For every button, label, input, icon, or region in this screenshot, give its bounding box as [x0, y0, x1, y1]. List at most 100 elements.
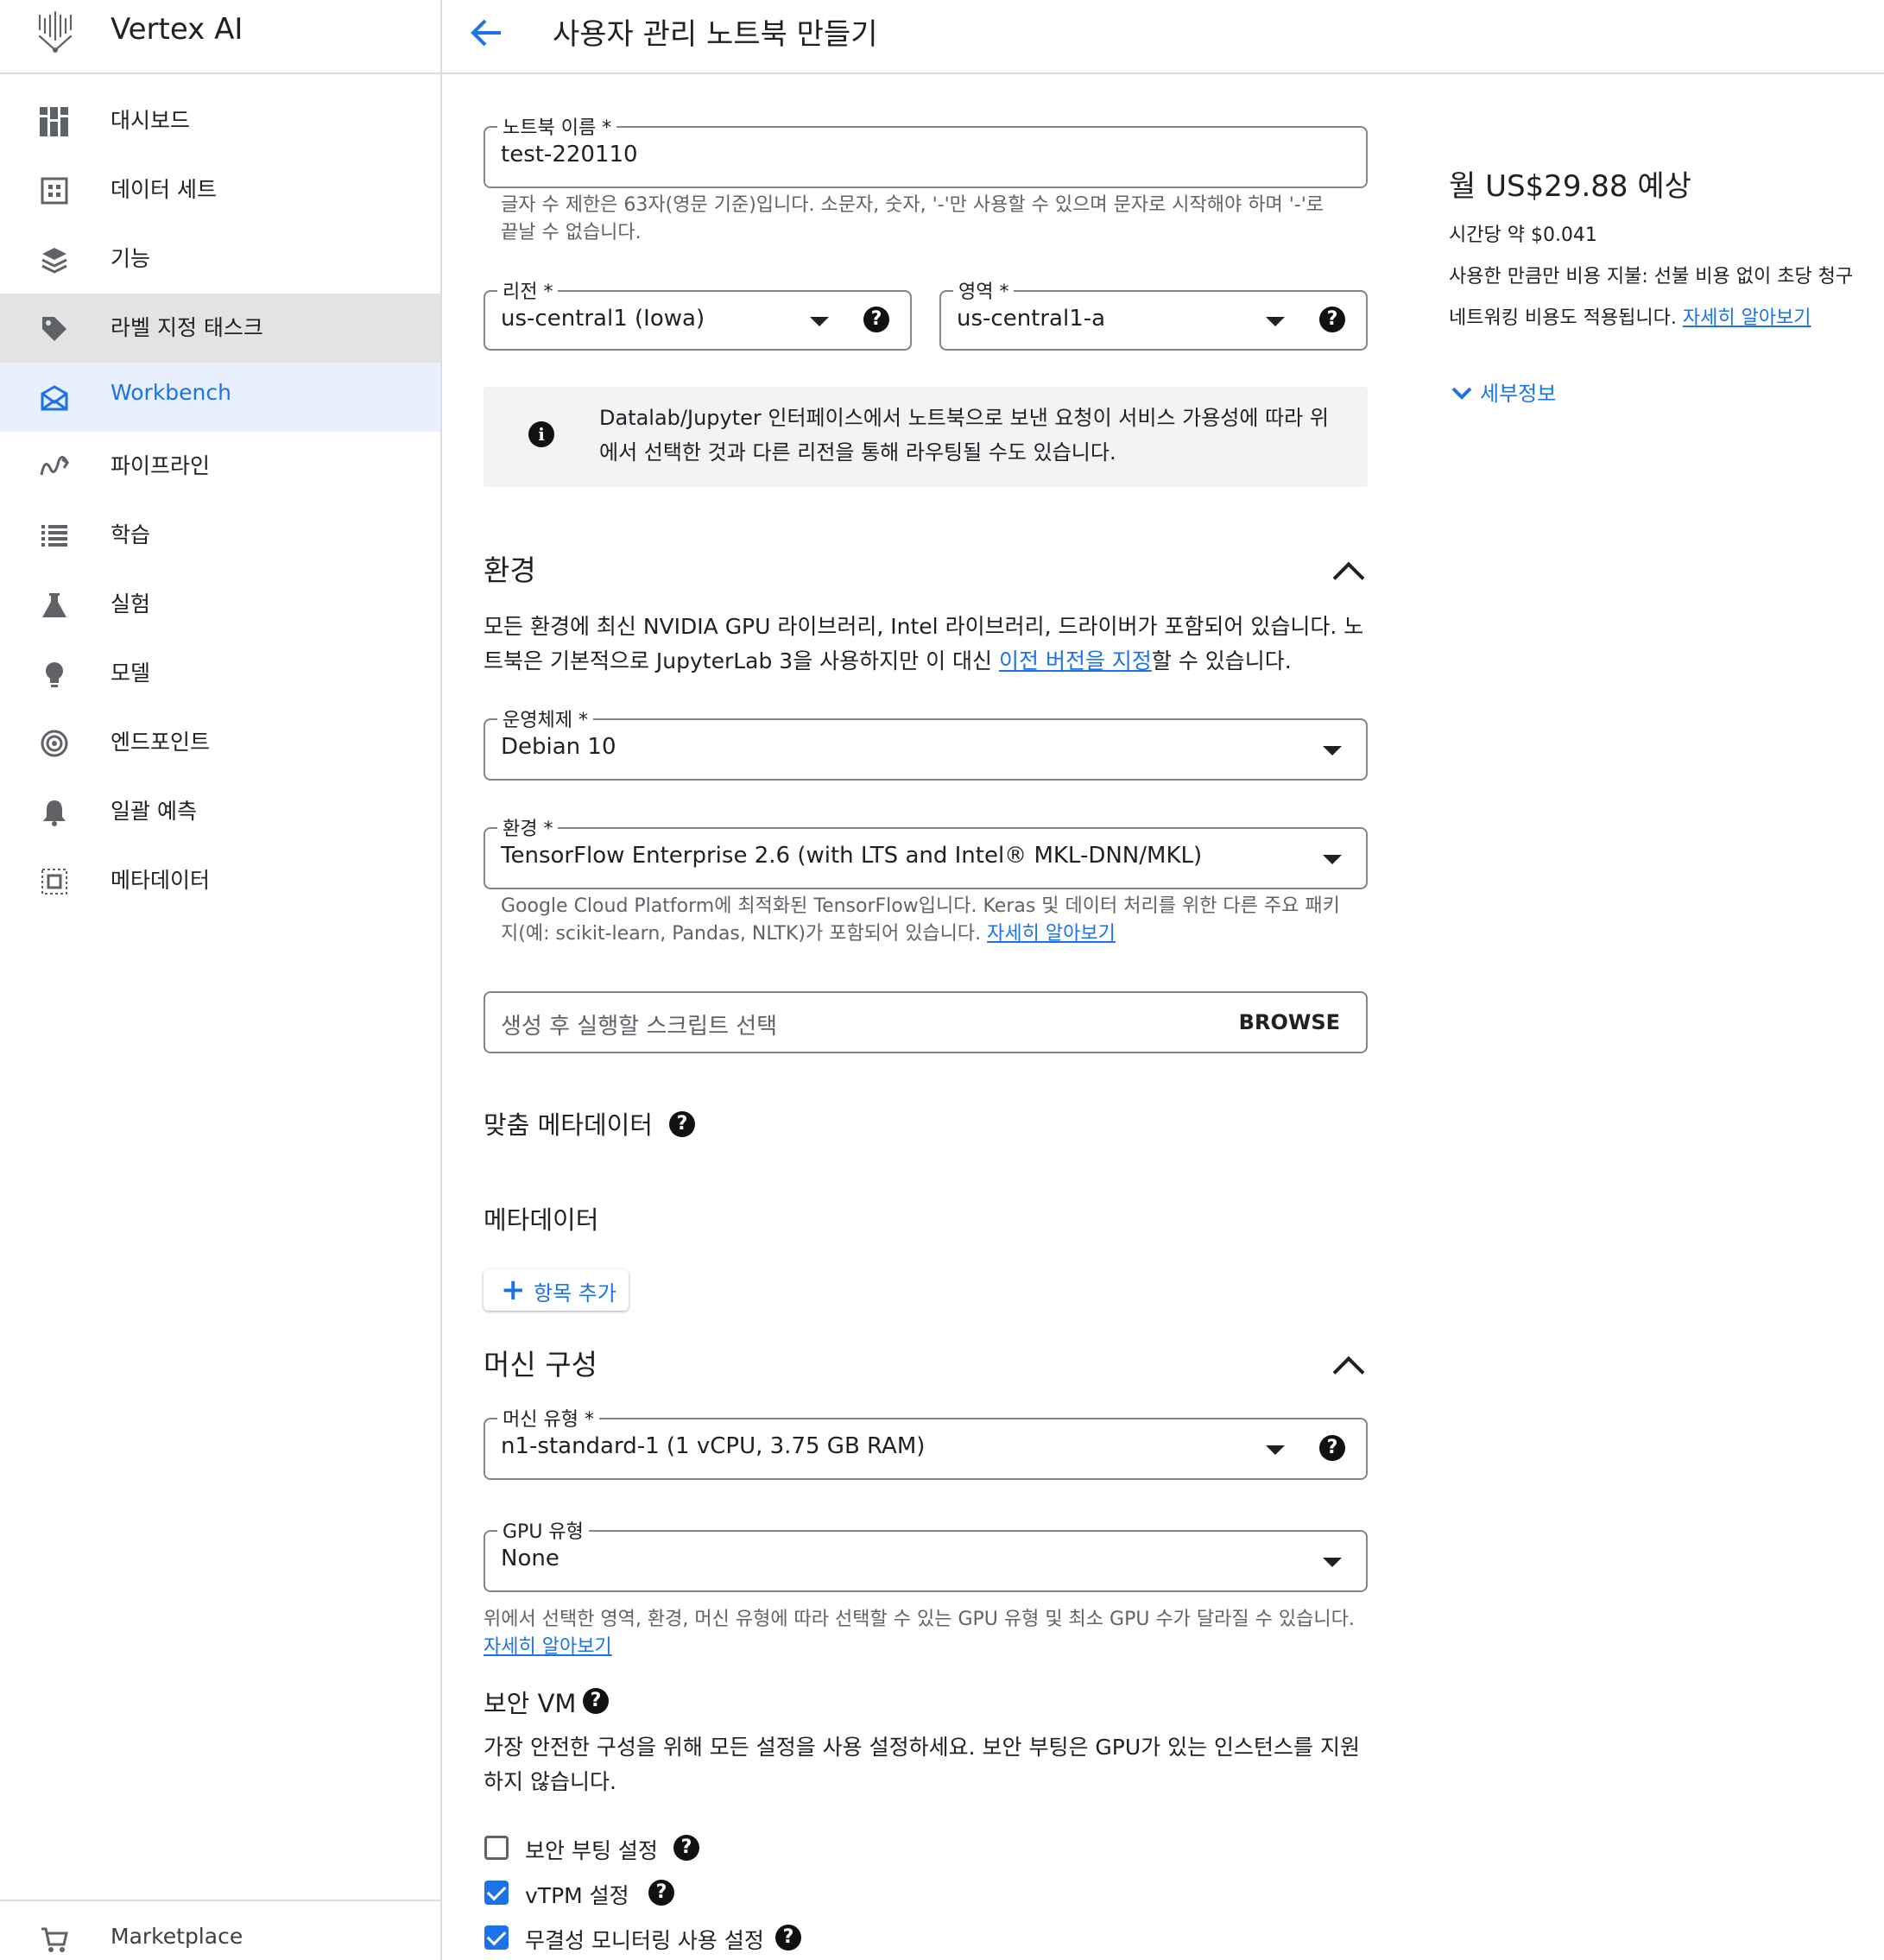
sidebar-item-label: 실험 — [111, 591, 151, 616]
details-label: 세부정보 — [1480, 382, 1557, 406]
info-banner-text: Datalab/Jupyter 인터페이스에서 노트북으로 보낸 요청이 서비스… — [599, 406, 1329, 465]
info-banner: i Datalab/Jupyter 인터페이스에서 노트북으로 보낸 요청이 서… — [484, 387, 1368, 487]
info-icon: i — [528, 421, 554, 447]
dropdown-caret-icon — [1266, 317, 1285, 326]
sidebar-item-metadata[interactable]: 메타데이터 — [0, 846, 440, 915]
learn-more-link[interactable]: 자세히 알아보기 — [484, 1636, 612, 1658]
workbench-icon — [41, 385, 68, 411]
brand-header: Vertex AI — [0, 0, 440, 74]
sidebar-item-label: 데이터 세트 — [111, 177, 217, 202]
metadata-icon — [41, 869, 67, 895]
notebook-name-hint: 글자 수 제한은 63자(영문 기준)입니다. 소문자, 숫자, '-'만 사용… — [501, 194, 1324, 243]
sidebar-item-label: 대시보드 — [111, 108, 191, 133]
page-title: 사용자 관리 노트북 만들기 — [553, 17, 878, 52]
sidebar-item-workbench[interactable]: Workbench — [0, 363, 440, 432]
app-name: Vertex AI — [111, 12, 243, 47]
details-toggle[interactable]: 세부정보 — [1449, 376, 1622, 408]
shielded-vm-description: 가장 안전한 구성을 위해 모든 설정을 사용 설정하세요. 보안 부팅은 GP… — [484, 1735, 1361, 1794]
sidebar-item-endpoints[interactable]: 엔드포인트 — [0, 708, 440, 777]
os-value: Debian 10 — [501, 734, 616, 760]
sidebar: Vertex AI 대시보드 데이터 세트 기능 라벨 지정 태스크 Workb… — [0, 0, 442, 1960]
models-bulb-icon — [46, 662, 63, 687]
notebook-name-field[interactable]: 노트북 이름 * test-220110 — [484, 112, 1368, 188]
add-item-button[interactable]: + 항목 추가 — [484, 1269, 629, 1311]
notebook-name-label: 노트북 이름 * — [497, 112, 617, 140]
secure-boot-checkbox[interactable] — [484, 1836, 509, 1860]
zone-select[interactable]: 영역 * us-central1-a ? — [939, 276, 1368, 351]
marketplace-cart-icon — [41, 1927, 68, 1952]
environment-section-title: 환경 — [484, 553, 536, 587]
collapse-chevron-icon[interactable] — [1332, 1356, 1365, 1388]
learn-more-link[interactable]: 자세히 알아보기 — [987, 923, 1116, 945]
sidebar-item-models[interactable]: 모델 — [0, 639, 440, 708]
help-icon[interactable]: ? — [1319, 1435, 1345, 1461]
vertex-ai-logo-icon — [38, 10, 73, 53]
environment-label: 환경 * — [497, 813, 559, 841]
environment-value: TensorFlow Enterprise 2.6 (with LTS and … — [501, 843, 1203, 869]
help-icon[interactable]: ? — [775, 1925, 801, 1951]
gpu-type-value: None — [501, 1546, 560, 1571]
dropdown-caret-icon — [1323, 855, 1342, 864]
monthly-estimate: 월 US$29.88 예상 — [1449, 169, 1691, 204]
sidebar-item-label: 파이프라인 — [111, 453, 211, 478]
dropdown-caret-icon — [1323, 1558, 1342, 1567]
machine-type-select[interactable]: 머신 유형 * n1-standard-1 (1 vCPU, 3.75 GB R… — [484, 1404, 1368, 1480]
hourly-estimate: 시간당 약 $0.041 — [1449, 224, 1597, 246]
vtpm-checkbox[interactable] — [484, 1881, 509, 1905]
zone-value: us-central1-a — [957, 306, 1106, 332]
experiments-flask-icon — [42, 593, 66, 617]
startup-script-input[interactable]: 생성 후 실행할 스크립트 선택 — [501, 1008, 777, 1040]
sidebar-item-training[interactable]: 학습 — [0, 501, 440, 570]
environment-select[interactable]: 환경 * TensorFlow Enterprise 2.6 (with LTS… — [484, 813, 1368, 889]
batch-predictions-bell-icon — [43, 800, 66, 826]
custom-metadata-title: 맞춤 메타데이터 — [484, 1110, 653, 1140]
dropdown-caret-icon — [1323, 746, 1342, 756]
startup-script-field[interactable]: 생성 후 실행할 스크립트 선택 BROWSE — [484, 991, 1368, 1053]
sidebar-item-batch-predictions[interactable]: 일괄 예측 — [0, 777, 440, 846]
dropdown-caret-icon — [1266, 1445, 1285, 1455]
sidebar-item-label: 메타데이터 — [111, 868, 211, 893]
training-list-icon — [41, 525, 67, 547]
sidebar-item-datasets[interactable]: 데이터 세트 — [0, 155, 440, 224]
environment-desc-suffix: 할 수 있습니다. — [1151, 648, 1292, 673]
sidebar-item-dashboard[interactable]: 대시보드 — [0, 86, 440, 155]
networking-note: 네트워킹 비용도 적용됩니다. 자세히 알아보기 — [1449, 302, 1811, 330]
help-icon[interactable]: ? — [583, 1688, 609, 1714]
features-icon — [41, 248, 67, 274]
integrity-monitoring-checkbox[interactable] — [484, 1925, 509, 1950]
sidebar-item-label: 엔드포인트 — [111, 730, 211, 755]
environment-hint-text: Google Cloud Platform에 최적화된 TensorFlow입니… — [501, 895, 1340, 945]
gpu-hint-text: 위에서 선택한 영역, 환경, 머신 유형에 따라 선택할 수 있는 GPU 유… — [484, 1609, 1355, 1630]
help-icon[interactable]: ? — [648, 1880, 674, 1906]
notebook-name-value[interactable]: test-220110 — [501, 142, 638, 168]
integrity-monitoring-label: 무결성 모니터링 사용 설정 — [525, 1928, 764, 1953]
environment-description: 모든 환경에 최신 NVIDIA GPU 라이브러리, Intel 라이브러리,… — [484, 610, 1373, 679]
os-select[interactable]: 운영체제 * Debian 10 — [484, 705, 1368, 781]
sidebar-item-marketplace[interactable]: Marketplace — [0, 1908, 440, 1960]
dropdown-caret-icon — [810, 317, 829, 326]
previous-version-link[interactable]: 이전 버전을 지정 — [999, 648, 1152, 673]
sidebar-item-experiments[interactable]: 실험 — [0, 570, 440, 639]
sidebar-item-features[interactable]: 기능 — [0, 224, 440, 294]
browse-button[interactable]: BROWSE — [1239, 1010, 1340, 1034]
region-select[interactable]: 리전 * us-central1 (Iowa) ? — [484, 276, 912, 351]
sidebar-item-labeling-tasks[interactable]: 라벨 지정 태스크 — [0, 294, 440, 363]
help-icon[interactable]: ? — [669, 1111, 695, 1137]
back-arrow-icon[interactable] — [468, 14, 506, 52]
help-icon[interactable]: ? — [673, 1835, 699, 1861]
add-item-label: 항목 추가 — [534, 1281, 616, 1306]
billing-note: 사용한 만큼만 비용 지불: 선불 비용 없이 초당 청구 — [1449, 266, 1854, 288]
collapse-chevron-icon[interactable] — [1332, 561, 1365, 594]
learn-more-link[interactable]: 자세히 알아보기 — [1683, 307, 1811, 329]
help-icon[interactable]: ? — [1319, 307, 1345, 332]
sidebar-item-label: 모델 — [111, 661, 151, 686]
environment-hint: Google Cloud Platform에 최적화된 TensorFlow입니… — [501, 893, 1356, 948]
help-icon[interactable]: ? — [863, 307, 889, 332]
gpu-type-label: GPU 유형 — [497, 1516, 589, 1544]
pipelines-icon — [40, 456, 69, 476]
gpu-type-select[interactable]: GPU 유형 None — [484, 1516, 1368, 1592]
sidebar-item-label: 일괄 예측 — [111, 799, 197, 824]
sidebar-item-label: 학습 — [111, 522, 151, 547]
chevron-down-icon — [1451, 387, 1472, 400]
sidebar-item-pipelines[interactable]: 파이프라인 — [0, 432, 440, 501]
